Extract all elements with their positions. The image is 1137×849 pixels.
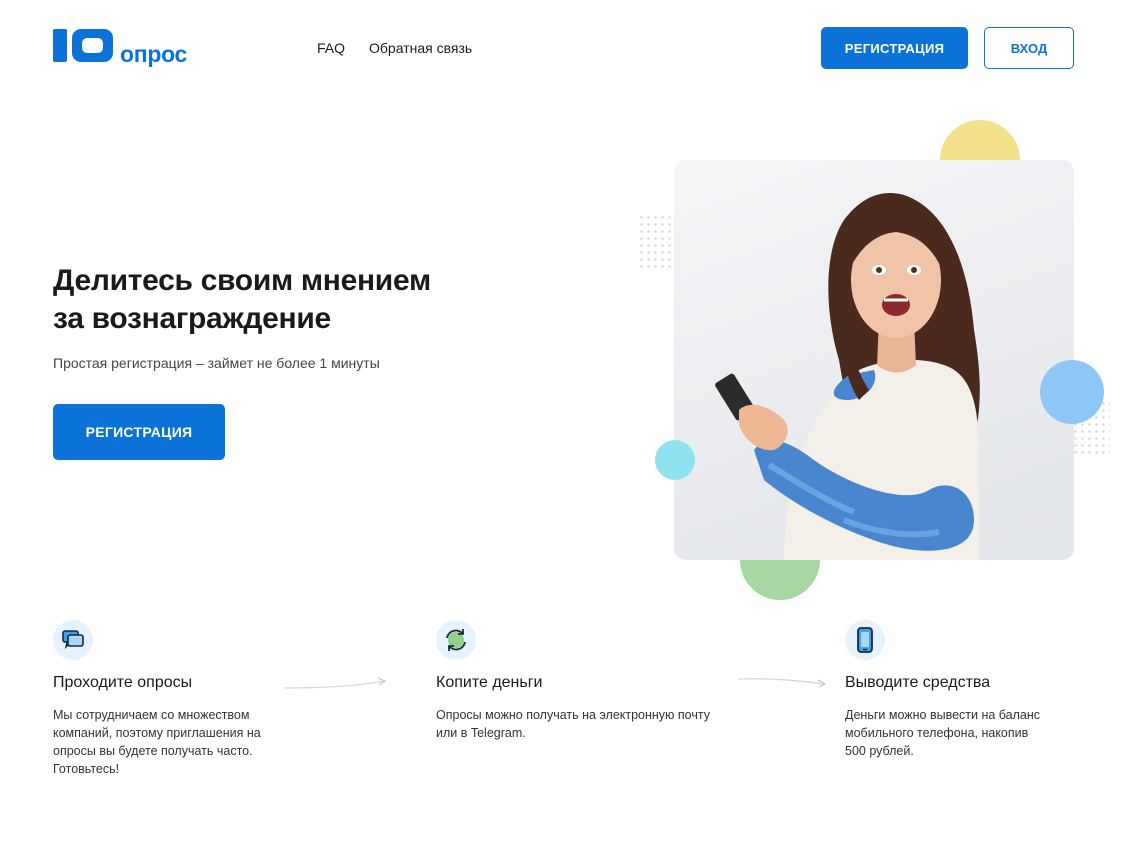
header-register-button[interactable]: РЕГИСТРАЦИЯ — [821, 27, 968, 69]
logo-text: опрос — [120, 41, 188, 67]
nav-faq-link[interactable]: FAQ — [317, 40, 345, 56]
hero-title: Делитесь своим мнением за вознаграждение — [53, 262, 431, 338]
decor-circle-blue — [1040, 360, 1104, 424]
decor-circle-cyan — [655, 440, 695, 480]
arrow-icon — [283, 677, 387, 689]
feature-title: Проходите опросы — [53, 674, 193, 691]
feature-money: Копите деньги Опросы можно получать на э… — [436, 620, 726, 742]
hero-subtitle: Простая регистрация – займет не более 1 … — [53, 355, 380, 371]
feature-title: Копите деньги — [436, 674, 543, 691]
refresh-coins-icon — [436, 620, 476, 660]
feature-text: Опросы можно получать на электронную поч… — [436, 708, 710, 740]
feature-withdraw: Выводите средства Деньги можно вывести н… — [845, 620, 1045, 760]
feature-title: Выводите средства — [845, 674, 991, 691]
decor-dots — [638, 214, 676, 270]
main-nav: FAQ Обратная связь — [317, 40, 472, 56]
hero-photo — [674, 160, 1074, 560]
arrow-icon — [737, 678, 827, 688]
logo[interactable]: опрос — [53, 29, 187, 66]
logo-mark-icon — [53, 29, 113, 62]
chat-bubbles-icon — [53, 620, 93, 660]
hero-title-line1: Делитесь своим мнением — [53, 264, 431, 297]
login-button[interactable]: ВХОД — [984, 27, 1074, 69]
feature-text: Мы сотрудничаем со множеством компаний, … — [53, 708, 261, 776]
feature-text: Деньги можно вывести на баланс мобильног… — [845, 708, 1041, 758]
hero-title-highlight: вознаграждение — [91, 300, 331, 338]
hero-title-prefix: за — [53, 302, 92, 335]
smartphone-icon — [845, 620, 885, 660]
woman-with-phone-illustration — [715, 192, 980, 560]
feature-surveys: Проходите опросы Мы сотрудничаем со множ… — [53, 620, 283, 778]
nav-feedback-link[interactable]: Обратная связь — [369, 40, 472, 56]
hero-register-button[interactable]: РЕГИСТРАЦИЯ — [53, 404, 225, 460]
